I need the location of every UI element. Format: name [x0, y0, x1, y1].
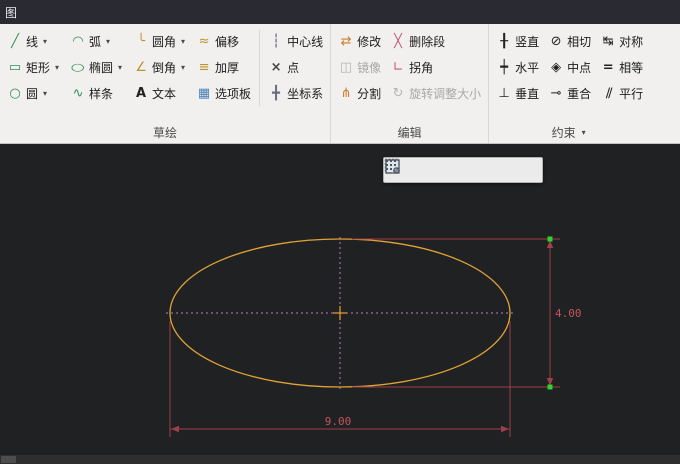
chevron-down-icon[interactable] — [41, 37, 49, 46]
ribbon-button-modify[interactable]: 修改 — [334, 29, 385, 53]
ribbon-button-fillet[interactable]: 圆角 — [129, 29, 191, 53]
group-label-edit[interactable]: 编辑 — [334, 121, 485, 143]
zoom-in-icon[interactable] — [385, 159, 437, 181]
separator — [259, 30, 261, 106]
ribbon-button-equal[interactable]: 相等 — [596, 55, 647, 79]
mirror-icon — [338, 59, 354, 75]
arc-icon — [70, 33, 86, 49]
ribbon-button-line[interactable]: 线 — [3, 29, 65, 53]
display-style-alt-icon[interactable] — [385, 159, 515, 181]
chevron-down-icon[interactable] — [179, 63, 187, 72]
line-icon — [7, 33, 23, 49]
status-bar — [0, 455, 680, 464]
symmetric-icon — [600, 33, 616, 49]
parallel-icon — [600, 85, 616, 101]
offset-icon — [196, 33, 212, 49]
dimension-handle[interactable] — [547, 236, 553, 242]
ribbon-button-symmetric[interactable]: 对称 — [596, 29, 647, 53]
ribbon-button-offset[interactable]: 偏移 — [192, 29, 255, 53]
perpendicular-icon — [496, 85, 512, 101]
ribbon-button-ellipse[interactable]: 椭圆 — [66, 55, 128, 79]
title-bar: 图 — [0, 0, 680, 24]
csys-icon — [268, 85, 284, 101]
ribbon-button-perpendicular[interactable]: 垂直 — [492, 81, 543, 105]
ribbon-button-mirror: 镜像 — [334, 55, 385, 79]
ribbon-button-circle[interactable]: 圆 — [3, 81, 65, 105]
display-style-icon[interactable] — [385, 159, 489, 181]
ribbon-button-parallel[interactable]: 平行 — [596, 81, 647, 105]
chevron-down-icon — [580, 128, 588, 137]
corner-icon — [390, 59, 406, 75]
group-label-constrain[interactable]: 约束 — [492, 121, 647, 143]
ribbon-button-chamfer[interactable]: 倒角 — [129, 55, 191, 79]
sketch-viewport[interactable]: 4.00 9.00 — [0, 144, 680, 455]
sketch-canvas[interactable]: 4.00 9.00 — [0, 144, 680, 455]
centerline-icon — [268, 33, 284, 49]
palette-icon — [196, 85, 212, 101]
arrowhead-right — [501, 425, 509, 433]
ribbon-button-coincident[interactable]: 重合 — [544, 81, 595, 105]
coincident-icon — [548, 85, 564, 101]
ribbon-button-thicken[interactable]: 加厚 — [192, 55, 255, 79]
chevron-down-icon[interactable] — [179, 37, 187, 46]
ribbon-group-constrain: 竖直 水平 垂直 相切 中点 — [489, 24, 650, 143]
dimension-height-value[interactable]: 4.00 — [555, 307, 582, 320]
group-label-sketch[interactable]: 草绘 — [3, 121, 327, 143]
divide-icon — [338, 85, 354, 101]
ribbon-button-text[interactable]: 文本 — [129, 81, 191, 105]
ribbon-button-divide[interactable]: 分割 — [334, 81, 385, 105]
ribbon-button-arc[interactable]: 弧 — [66, 29, 128, 53]
ribbon-button-vertical[interactable]: 竖直 — [492, 29, 543, 53]
dimension-width-value[interactable]: 9.00 — [325, 415, 352, 428]
status-chip[interactable] — [1, 456, 16, 463]
ribbon-group-edit: 修改 镜像 分割 删除段 拐角 — [331, 24, 490, 143]
text-icon — [133, 85, 149, 101]
modify-icon — [338, 33, 354, 49]
ribbon-button-palette[interactable]: 选项板 — [192, 81, 255, 105]
spline-icon — [70, 85, 86, 101]
fillet-icon — [133, 33, 149, 49]
ribbon-button-midpoint[interactable]: 中点 — [544, 55, 595, 79]
ribbon-button-rectangle[interactable]: 矩形 — [3, 55, 65, 79]
ribbon-button-centerline[interactable]: 中心线 — [264, 29, 327, 53]
view-toolbar — [383, 157, 543, 183]
chamfer-icon — [133, 59, 149, 75]
chevron-down-icon[interactable] — [53, 63, 61, 72]
title-bar-text: 图 — [5, 5, 18, 20]
ribbon-button-delete-segment[interactable]: 删除段 — [386, 29, 485, 53]
grid-settings-icon[interactable] — [386, 160, 541, 181]
ribbon-button-rotate-resize: 旋转调整大小 — [386, 81, 485, 105]
thicken-icon — [196, 59, 212, 75]
equal-icon — [600, 59, 616, 75]
chevron-down-icon[interactable] — [41, 89, 49, 98]
ribbon-group-sketch: 线 矩形 圆 弧 — [0, 24, 332, 143]
ellipse-center-marker[interactable] — [333, 306, 347, 320]
dimension-handle[interactable] — [547, 384, 553, 390]
ellipse-icon — [70, 59, 86, 75]
midpoint-icon — [548, 59, 564, 75]
chevron-down-icon[interactable] — [116, 63, 124, 72]
tangent-icon — [548, 33, 564, 49]
circle-icon — [7, 85, 23, 101]
zoom-out-icon[interactable] — [385, 159, 463, 181]
arrowhead-left — [171, 425, 179, 433]
point-icon — [268, 59, 284, 75]
ribbon-button-point[interactable]: 点 — [264, 55, 327, 79]
rotate-resize-icon — [390, 85, 406, 101]
ribbon-button-spline[interactable]: 样条 — [66, 81, 128, 105]
vertical-icon — [496, 33, 512, 49]
ribbon-button-corner[interactable]: 拐角 — [386, 55, 485, 79]
ribbon-button-coordinate-system[interactable]: 坐标系 — [264, 81, 327, 105]
ribbon: 线 矩形 圆 弧 — [0, 24, 680, 144]
chevron-down-icon[interactable] — [104, 37, 112, 46]
horizontal-icon — [496, 59, 512, 75]
ribbon-button-horizontal[interactable]: 水平 — [492, 55, 543, 79]
rectangle-icon — [7, 59, 23, 75]
ribbon-button-tangent[interactable]: 相切 — [544, 29, 595, 53]
delete-segment-icon — [390, 33, 406, 49]
